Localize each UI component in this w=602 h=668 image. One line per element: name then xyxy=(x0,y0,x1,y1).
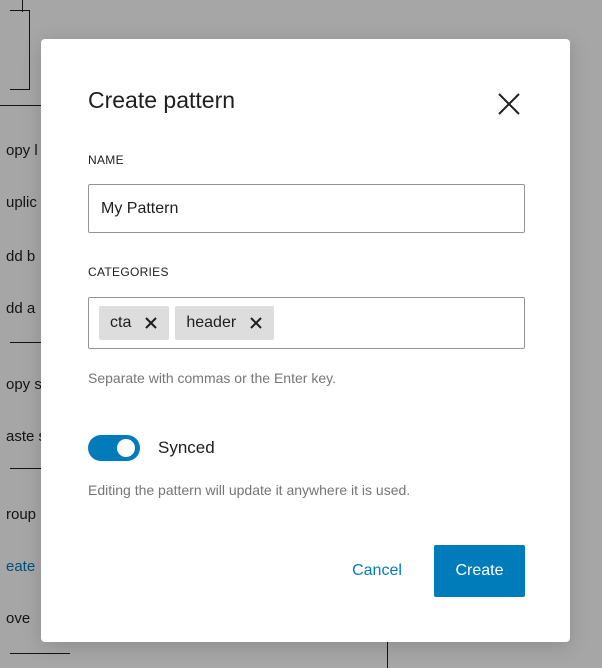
categories-input[interactable] xyxy=(280,307,514,339)
synced-label: Synced xyxy=(158,438,215,457)
remove-token-button[interactable] xyxy=(246,313,266,333)
cancel-button[interactable]: Cancel xyxy=(337,545,417,597)
token-label: cta xyxy=(110,314,132,331)
toggle-knob xyxy=(117,439,135,457)
close-icon xyxy=(498,93,520,115)
close-icon xyxy=(145,317,158,329)
category-token: header xyxy=(175,306,275,340)
categories-field[interactable]: cta header xyxy=(88,297,525,349)
create-pattern-modal: Create pattern NAME CATEGORIES cta heade… xyxy=(41,39,570,642)
token-label: header xyxy=(186,314,237,331)
close-button[interactable] xyxy=(494,89,524,119)
close-icon xyxy=(250,317,262,329)
synced-toggle[interactable] xyxy=(88,435,140,461)
sync-help-text: Editing the pattern will update it anywh… xyxy=(88,482,411,498)
category-token: cta xyxy=(99,306,170,340)
remove-token-button[interactable] xyxy=(141,313,161,333)
create-button[interactable]: Create xyxy=(434,545,525,597)
modal-title: Create pattern xyxy=(88,87,236,113)
name-label: NAME xyxy=(88,153,124,167)
name-input[interactable] xyxy=(88,184,525,233)
categories-label: CATEGORIES xyxy=(88,265,169,279)
categories-help-text: Separate with commas or the Enter key. xyxy=(88,370,336,386)
sync-toggle-row: Synced xyxy=(88,435,215,461)
